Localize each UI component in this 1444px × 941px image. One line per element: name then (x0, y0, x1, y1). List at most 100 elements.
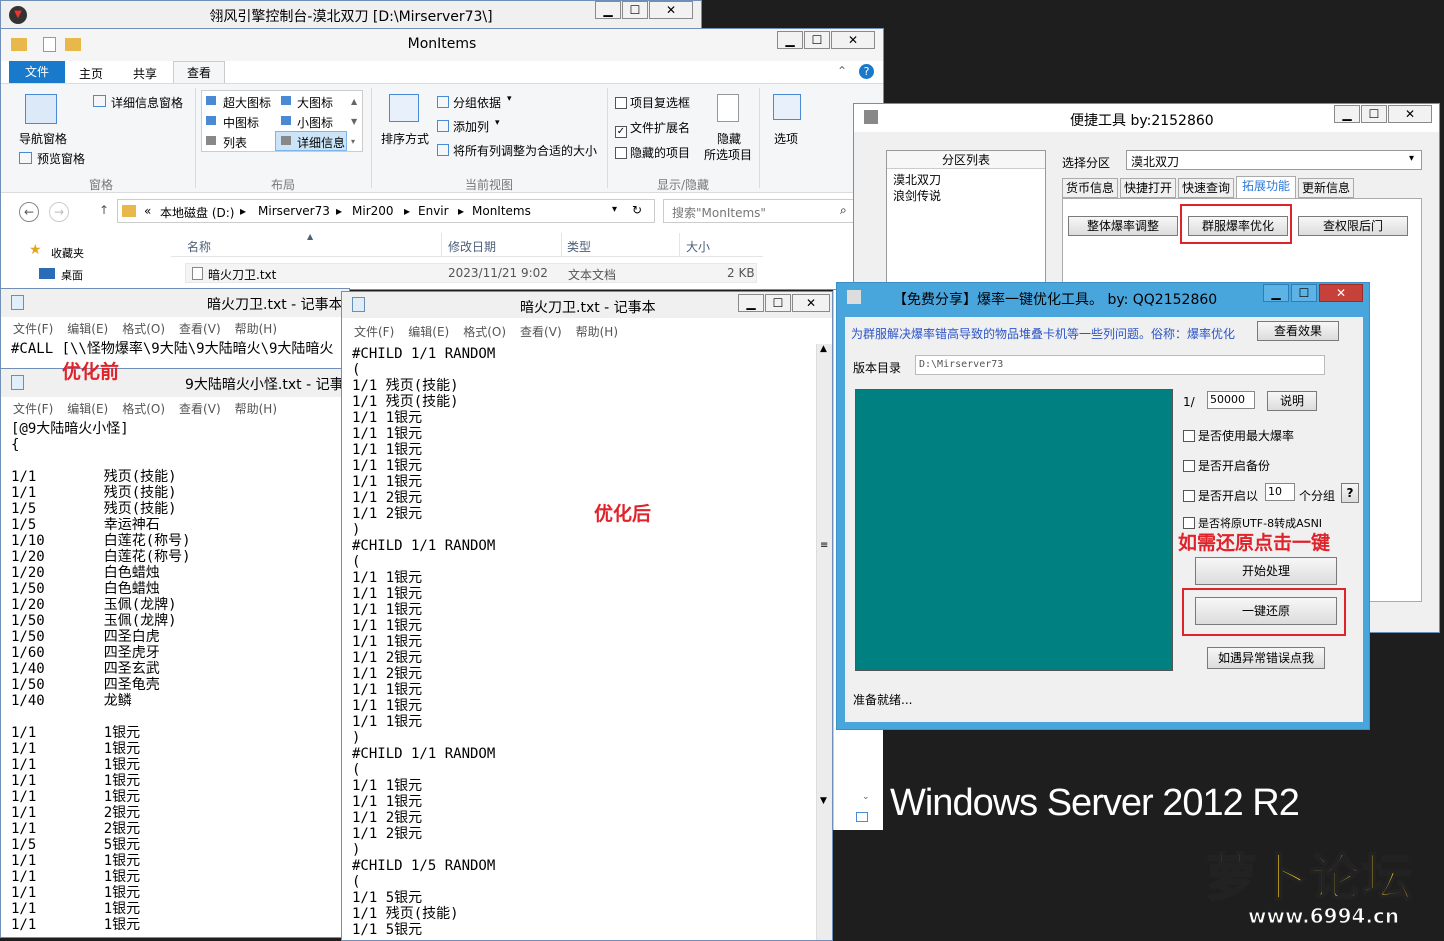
chevron-down-icon[interactable]: ▾ (507, 94, 512, 104)
menu-help[interactable]: 帮助(H) (235, 402, 277, 416)
layout-large[interactable]: 大图标 (297, 94, 333, 111)
menu-file[interactable]: 文件(F) (13, 402, 53, 416)
tab-view[interactable]: 查看 (173, 61, 225, 84)
menu-edit[interactable]: 编辑(E) (67, 322, 108, 336)
scroll-arrows-icon[interactable]: ▲ ▼ ▾ (351, 92, 357, 152)
maximize-button[interactable]: ☐ (622, 1, 648, 19)
maximize-button[interactable]: ☐ (804, 31, 830, 49)
start-button[interactable]: 开始处理 (1195, 557, 1337, 585)
scroll-down-arrow[interactable]: ▼ (820, 796, 827, 806)
hide-selected-label-b[interactable]: 所选项目 (704, 146, 752, 163)
up-button[interactable]: ↑ (99, 203, 109, 217)
fit-columns-button[interactable]: 将所有列调整为合适的大小 (453, 142, 597, 159)
menu-view[interactable]: 查看(V) (179, 402, 221, 416)
checkbox-empty[interactable] (1183, 460, 1195, 472)
details-pane-button[interactable]: 详细信息窗格 (111, 94, 183, 111)
tab-file[interactable]: 文件 (9, 61, 65, 83)
preview-pane-button[interactable]: 预览窗格 (37, 150, 85, 167)
checkbox-empty[interactable] (615, 147, 627, 159)
column-name[interactable]: 名称 (187, 238, 211, 255)
menu-file[interactable]: 文件(F) (13, 322, 53, 336)
layout-details[interactable]: 详细信息 (297, 134, 345, 151)
back-button[interactable]: ← (19, 202, 39, 222)
close-button[interactable]: ✕ (792, 294, 830, 312)
max-rate-option[interactable]: 是否使用最大爆率 (1183, 427, 1294, 444)
maximize-button[interactable]: ☐ (1291, 284, 1317, 302)
checkbox-empty[interactable] (615, 97, 627, 109)
menu-format[interactable]: 格式(O) (122, 322, 165, 336)
search-input[interactable]: 搜索"MonItems" ⌕ (663, 199, 857, 223)
tab-share[interactable]: 共享 (133, 65, 157, 82)
error-help-button[interactable]: 如遇异常错误点我 (1207, 647, 1325, 669)
minimize-button[interactable]: ▁ (1263, 284, 1289, 302)
details-view-icon[interactable] (856, 812, 868, 822)
chevron-down-icon[interactable]: ▾ (495, 118, 500, 128)
column-size[interactable]: 大小 (686, 238, 710, 255)
zone-list-header[interactable]: 分区列表 (887, 151, 1045, 169)
zone-item[interactable]: 漠北双刀 (893, 171, 941, 188)
menu-view[interactable]: 查看(V) (179, 322, 221, 336)
menu-help[interactable]: 帮助(H) (576, 325, 618, 339)
breadcrumb-mir200[interactable]: Mir200 (352, 204, 394, 218)
close-button[interactable]: ✕ (649, 1, 693, 19)
vertical-scrollbar[interactable]: ▲ ≡ ▼ (816, 344, 832, 940)
maximize-button[interactable]: ☐ (1361, 105, 1387, 123)
address-bar[interactable]: « 本地磁盘 (D:) ▸ Mirserver73 ▸ Mir200 ▸ Env… (117, 199, 655, 223)
checkbox-empty[interactable] (1183, 490, 1195, 502)
file-row[interactable]: 暗火刀卫.txt 2023/11/21 9:02 文本文档 2 KB (185, 263, 757, 283)
maximize-button[interactable]: ☐ (765, 294, 791, 312)
menu-help[interactable]: 帮助(H) (235, 322, 277, 336)
view-effect-button[interactable]: 查看效果 (1257, 321, 1339, 341)
breadcrumb-envir[interactable]: Envir (418, 204, 449, 218)
minimize-button[interactable]: ▁ (738, 294, 764, 312)
overall-drop-rate-button[interactable]: 整体爆率调整 (1068, 216, 1178, 236)
add-column-button[interactable]: 添加列 (453, 118, 489, 135)
hidden-items-toggle[interactable]: 隐藏的项目 (615, 144, 690, 161)
column-date[interactable]: 修改日期 (448, 238, 496, 255)
split-option[interactable]: 是否开启以 (1183, 487, 1258, 504)
close-button[interactable]: ✕ (1388, 105, 1432, 123)
menu-view[interactable]: 查看(V) (520, 325, 562, 339)
nav-desktop[interactable]: 桌面 (61, 267, 83, 283)
layout-list[interactable]: 列表 (223, 134, 247, 151)
zone-select[interactable]: 漠北双刀 ▾ (1126, 150, 1422, 170)
notepad-content[interactable]: #CHILD 1/1 RANDOM(1/1 残页(技能) 1/1 残页(技能) 1/… (352, 346, 495, 938)
search-icon[interactable]: ⌕ (840, 203, 847, 218)
menu-file[interactable]: 文件(F) (354, 325, 394, 339)
notepad-content[interactable]: [@9大陆暗火小怪]{ 1/1 残页(技能) 1/1 残页(技能) 1/5 残页(技… (11, 421, 191, 933)
check-backdoor-button[interactable]: 查权限后门 (1298, 216, 1408, 236)
scroll-down-arrow[interactable]: ⌄ (862, 792, 870, 802)
tab-quick-open[interactable]: 快捷打开 (1120, 178, 1176, 198)
group-by-button[interactable]: 分组依据 (453, 94, 501, 111)
column-type[interactable]: 类型 (567, 238, 591, 255)
scroll-up-arrow[interactable]: ▲ (820, 344, 827, 354)
backup-option[interactable]: 是否开启备份 (1183, 457, 1270, 474)
forward-button[interactable]: → (49, 202, 69, 222)
zone-item[interactable]: 浪剑传说 (893, 187, 941, 204)
tab-updates[interactable]: 更新信息 (1298, 178, 1354, 198)
menu-edit[interactable]: 编辑(E) (408, 325, 449, 339)
close-button[interactable]: ✕ (1319, 284, 1363, 302)
split-help-button[interactable]: ? (1341, 483, 1359, 503)
menu-format[interactable]: 格式(O) (463, 325, 506, 339)
layout-small[interactable]: 小图标 (297, 114, 333, 131)
chevron-up-icon[interactable]: ⌃ (837, 64, 847, 78)
layout-medium[interactable]: 中图标 (223, 114, 259, 131)
layout-extra-large[interactable]: 超大图标 (223, 94, 271, 111)
minimize-button[interactable]: ▁ (1334, 105, 1360, 123)
minimize-button[interactable]: ▁ (777, 31, 803, 49)
breadcrumb-monitems[interactable]: MonItems (472, 204, 531, 218)
help-icon[interactable]: ? (859, 64, 874, 79)
options-button[interactable]: 选项 (774, 130, 798, 147)
menu-format[interactable]: 格式(O) (122, 402, 165, 416)
menu-edit[interactable]: 编辑(E) (67, 402, 108, 416)
tab-home[interactable]: 主页 (79, 65, 103, 82)
file-ext-toggle[interactable]: ✓ 文件扩展名 (615, 119, 690, 138)
tab-quick-query[interactable]: 快速查询 (1178, 178, 1234, 198)
breadcrumb-back[interactable]: « (144, 204, 151, 218)
checkbox-checked[interactable]: ✓ (615, 126, 627, 138)
notepad-content[interactable]: #CALL [\\怪物爆率\9大陆\9大陆暗火\9大陆暗火 (11, 341, 333, 357)
ratio-input[interactable]: 50000 (1207, 391, 1255, 409)
nav-favorites[interactable]: 收藏夹 (51, 245, 84, 261)
refresh-icon[interactable]: ↻ (632, 203, 642, 217)
